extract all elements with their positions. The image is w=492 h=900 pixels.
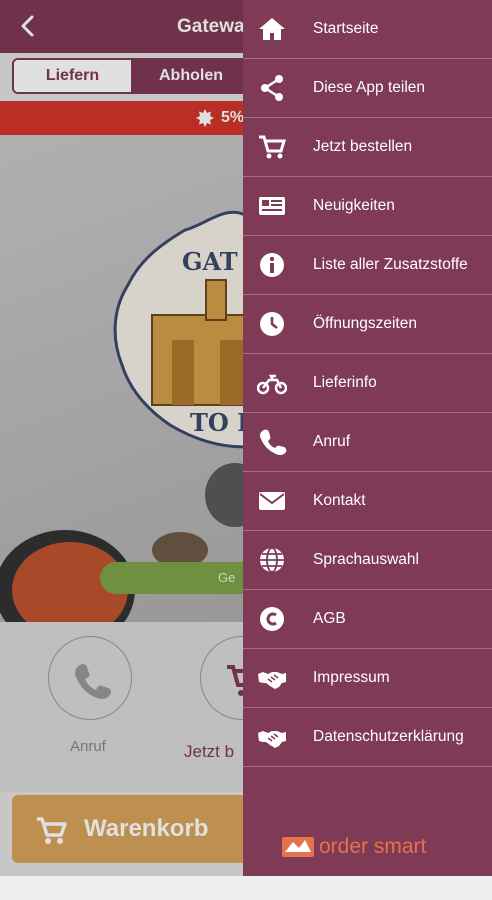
menu-label: Sprachauswahl <box>313 551 419 568</box>
handshake-icon <box>258 731 286 748</box>
menu-item-startseite[interactable]: Startseite <box>243 0 492 59</box>
menu-label: Liste aller Zusatzstoffe <box>313 256 468 273</box>
news-icon <box>259 197 285 215</box>
menu-item-kontakt[interactable]: Kontakt <box>243 472 492 531</box>
menu-label: Neuigkeiten <box>313 197 395 214</box>
order-smart-logo: order smart <box>281 833 426 861</box>
menu-item-neuigkeiten[interactable]: Neuigkeiten <box>243 177 492 236</box>
menu-label: Lieferinfo <box>313 374 377 391</box>
menu-item-impressum[interactable]: Impressum <box>243 649 492 708</box>
menu-item-bestellen[interactable]: Jetzt bestellen <box>243 118 492 177</box>
menu-label: Impressum <box>313 669 390 686</box>
home-icon <box>259 18 285 40</box>
menu-item-zusatzstoffe[interactable]: Liste aller Zusatzstoffe <box>243 236 492 295</box>
menu-label: Jetzt bestellen <box>313 138 413 155</box>
navigation-drawer: Startseite Diese App teilen Jetzt bestel… <box>243 0 492 876</box>
globe-icon <box>260 547 284 573</box>
copyright-icon <box>260 607 284 631</box>
menu-item-oeffnungszeiten[interactable]: Öffnungszeiten <box>243 295 492 354</box>
motorbike-icon <box>257 374 287 395</box>
menu-item-anruf[interactable]: Anruf <box>243 413 492 472</box>
cart-icon <box>259 135 287 159</box>
envelope-icon <box>259 492 285 510</box>
clock-icon <box>260 312 284 336</box>
brand-text: order smart <box>319 835 427 858</box>
menu-label: Startseite <box>313 20 379 37</box>
drawer-scrim[interactable] <box>0 0 243 876</box>
handshake-icon <box>258 672 286 689</box>
system-bar-strip <box>0 876 492 900</box>
order-smart-logo-mark <box>282 837 314 857</box>
menu-label: Öffnungszeiten <box>313 315 417 332</box>
menu-item-agb[interactable]: AGB <box>243 590 492 649</box>
share-icon <box>261 75 283 101</box>
menu-label: Kontakt <box>313 492 366 509</box>
menu-item-datenschutz[interactable]: Datenschutzerklärung <box>243 708 492 767</box>
menu-item-teilen[interactable]: Diese App teilen <box>243 59 492 118</box>
info-icon <box>260 253 284 277</box>
menu-item-lieferinfo[interactable]: Lieferinfo <box>243 354 492 413</box>
menu-label: Diese App teilen <box>313 79 426 96</box>
menu-label: Anruf <box>313 433 351 450</box>
menu-label: Datenschutzerklärung <box>313 728 464 745</box>
menu-item-sprachauswahl[interactable]: Sprachauswahl <box>243 531 492 590</box>
menu-label: AGB <box>313 610 346 627</box>
phone-icon <box>260 429 287 456</box>
